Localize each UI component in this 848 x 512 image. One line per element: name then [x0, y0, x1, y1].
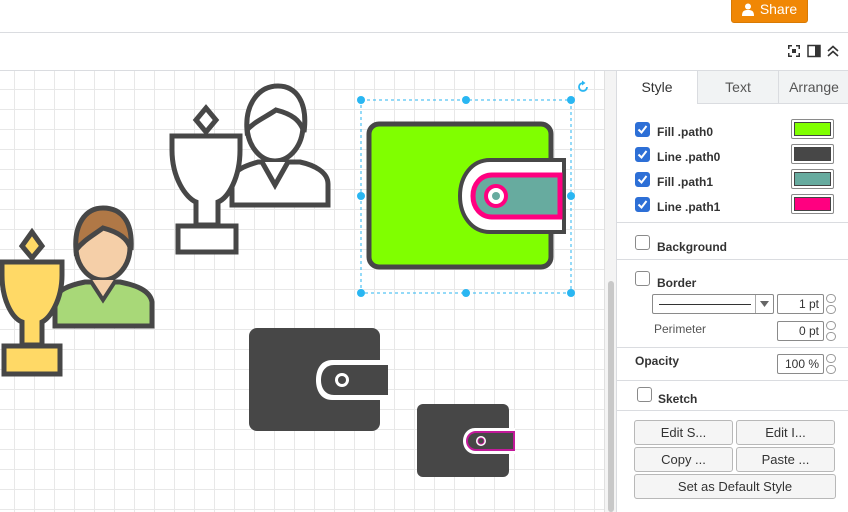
- toolbar: [0, 33, 848, 71]
- rotate-handle-icon[interactable]: [576, 80, 590, 94]
- sketch-checkbox[interactable]: [637, 387, 652, 402]
- diagram-canvas[interactable]: [0, 71, 604, 512]
- edit-image-button[interactable]: Edit I...: [736, 420, 835, 445]
- share-button[interactable]: Share: [731, 0, 808, 23]
- edit-style-button[interactable]: Edit S...: [634, 420, 733, 445]
- panel-tabs: Style Text Arrange: [617, 71, 848, 104]
- border-width-input[interactable]: 1 pt: [777, 294, 824, 314]
- line-path0-checkbox[interactable]: [635, 147, 650, 162]
- opacity-label: Opacity: [635, 354, 680, 368]
- resize-handle-n[interactable]: [462, 96, 470, 104]
- fill-path0-label: Fill .path0: [657, 125, 714, 139]
- selected-wallet-shape[interactable]: [366, 121, 566, 270]
- line-path0-label: Line .path0: [657, 150, 721, 164]
- tab-style[interactable]: Style: [617, 71, 697, 104]
- chevron-down-icon: [755, 295, 773, 313]
- border-width-stepper[interactable]: [826, 294, 836, 314]
- tab-text[interactable]: Text: [697, 71, 778, 104]
- border-checkbox[interactable]: [635, 271, 650, 286]
- fullscreen-icon[interactable]: [786, 43, 802, 59]
- resize-handle-nw[interactable]: [357, 96, 365, 104]
- resize-handle-e[interactable]: [567, 192, 575, 200]
- sketch-label: Sketch: [658, 392, 698, 406]
- opacity-input[interactable]: 100 %: [777, 354, 824, 374]
- divider: [617, 380, 848, 381]
- checkmark-icon: [637, 200, 648, 210]
- dark-wallet-shape[interactable]: [249, 328, 388, 431]
- share-label: Share: [759, 1, 798, 17]
- copy-style-button[interactable]: Copy ...: [634, 447, 733, 472]
- tab-arrange[interactable]: Arrange: [778, 71, 848, 104]
- border-label: Border: [657, 276, 697, 290]
- fill-path0-checkbox[interactable]: [635, 122, 650, 137]
- perimeter-input[interactable]: 0 pt: [777, 321, 824, 341]
- line-pattern-preview: [659, 304, 751, 305]
- divider: [617, 347, 848, 348]
- perimeter-label: Perimeter: [654, 322, 707, 336]
- divider: [617, 259, 848, 260]
- outline-trophy-person-shape[interactable]: [169, 83, 331, 255]
- fill-path1-color-swatch[interactable]: [791, 169, 834, 189]
- line-path1-checkbox[interactable]: [635, 197, 650, 212]
- fill-path1-checkbox[interactable]: [635, 172, 650, 187]
- divider: [617, 222, 848, 223]
- format-panel: Style Text Arrange Fill .path0 Line .pat…: [616, 71, 848, 512]
- resize-handle-sw[interactable]: [357, 289, 365, 297]
- top-bar: Share: [0, 0, 848, 33]
- resize-handle-se[interactable]: [567, 289, 575, 297]
- scrollbar-thumb[interactable]: [608, 281, 614, 512]
- perimeter-stepper[interactable]: [826, 321, 836, 341]
- line-path1-label: Line .path1: [657, 200, 721, 214]
- opacity-stepper[interactable]: [826, 354, 836, 374]
- collapse-icon[interactable]: [825, 43, 841, 59]
- user-icon: [741, 3, 754, 16]
- checkmark-icon: [637, 125, 648, 135]
- resize-handle-ne[interactable]: [567, 96, 575, 104]
- line-path0-color-swatch[interactable]: [791, 144, 834, 164]
- background-label: Background: [657, 240, 728, 254]
- checkmark-icon: [637, 175, 648, 185]
- line-path1-color-swatch[interactable]: [791, 194, 834, 214]
- small-wallet-shape[interactable]: [417, 404, 515, 477]
- line-pattern-select[interactable]: [652, 294, 774, 314]
- resize-handle-w[interactable]: [357, 192, 365, 200]
- fill-path0-color-swatch[interactable]: [791, 119, 834, 139]
- format-panel-icon[interactable]: [806, 43, 822, 59]
- set-default-style-button[interactable]: Set as Default Style: [634, 474, 836, 499]
- resize-handle-s[interactable]: [462, 289, 470, 297]
- vertical-scrollbar[interactable]: [604, 71, 616, 512]
- fill-path1-label: Fill .path1: [657, 175, 714, 189]
- background-checkbox[interactable]: [635, 235, 650, 250]
- colored-trophy-person-shape[interactable]: [0, 205, 155, 377]
- checkmark-icon: [637, 150, 648, 160]
- divider: [617, 410, 848, 411]
- paste-style-button[interactable]: Paste ...: [736, 447, 835, 472]
